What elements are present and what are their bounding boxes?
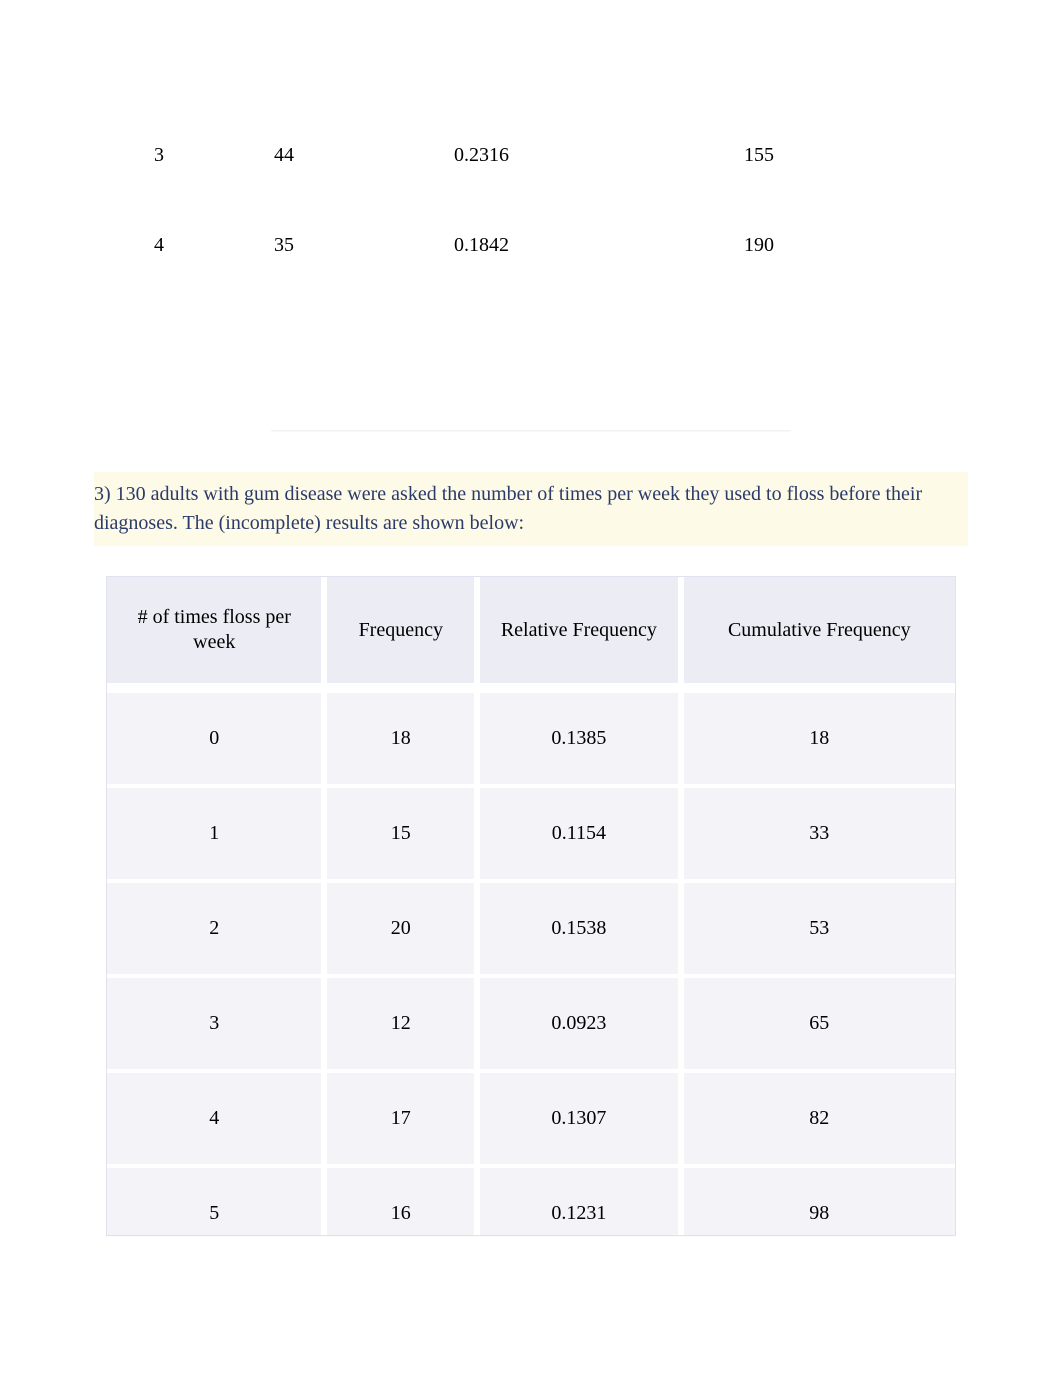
cell-value: 0.2316 [454,144,654,167]
header-cumulative-frequency: Cumulative Frequency [684,577,955,689]
cell-value: 4 [150,234,274,257]
cell-value: 0.1154 [480,784,684,879]
table-row: 4 35 0.1842 190 [150,200,962,290]
cell-value: 18 [684,689,955,784]
cell-value: 5 [107,1164,327,1235]
cell-value: 2 [107,879,327,974]
table-row: 3 12 0.0923 65 [107,974,955,1069]
cell-value: 0 [107,689,327,784]
divider [271,430,791,432]
header-floss-per-week: # of times floss per week [107,577,327,689]
table-row: 1 15 0.1154 33 [107,784,955,879]
table-row: 0 18 0.1385 18 [107,689,955,784]
cell-value: 15 [327,784,480,879]
cell-value: 18 [327,689,480,784]
table-row: 5 16 0.1231 98 [107,1164,955,1235]
cell-value: 0.1385 [480,689,684,784]
cell-value: 3 [107,974,327,1069]
cell-value: 98 [684,1164,955,1235]
frequency-table: # of times floss per week Frequency Rela… [106,576,956,1236]
cell-value: 35 [274,234,454,257]
table-header-row: # of times floss per week Frequency Rela… [107,577,955,689]
table-row: 2 20 0.1538 53 [107,879,955,974]
page-cut-fade [0,1342,1062,1376]
table-row: 3 44 0.2316 155 [150,110,962,200]
table-row: 4 17 0.1307 82 [107,1069,955,1164]
cell-value: 0.0923 [480,974,684,1069]
cell-value: 65 [684,974,955,1069]
header-relative-frequency: Relative Frequency [480,577,684,689]
cell-value: 82 [684,1069,955,1164]
cell-value: 0.1538 [480,879,684,974]
cell-value: 16 [327,1164,480,1235]
cell-value: 0.1842 [454,234,654,257]
question-text: 3) 130 adults with gum disease were aske… [94,472,968,546]
cell-value: 155 [654,144,774,167]
cell-value: 44 [274,144,454,167]
cell-value: 0.1231 [480,1164,684,1235]
cell-value: 53 [684,879,955,974]
cell-value: 3 [150,144,274,167]
cell-value: 17 [327,1069,480,1164]
cell-value: 12 [327,974,480,1069]
cell-value: 0.1307 [480,1069,684,1164]
header-frequency: Frequency [327,577,480,689]
cell-value: 4 [107,1069,327,1164]
prior-table-rows: 3 44 0.2316 155 4 35 0.1842 190 [150,110,962,290]
cell-value: 190 [654,234,774,257]
cell-value: 1 [107,784,327,879]
cell-value: 20 [327,879,480,974]
cell-value: 33 [684,784,955,879]
